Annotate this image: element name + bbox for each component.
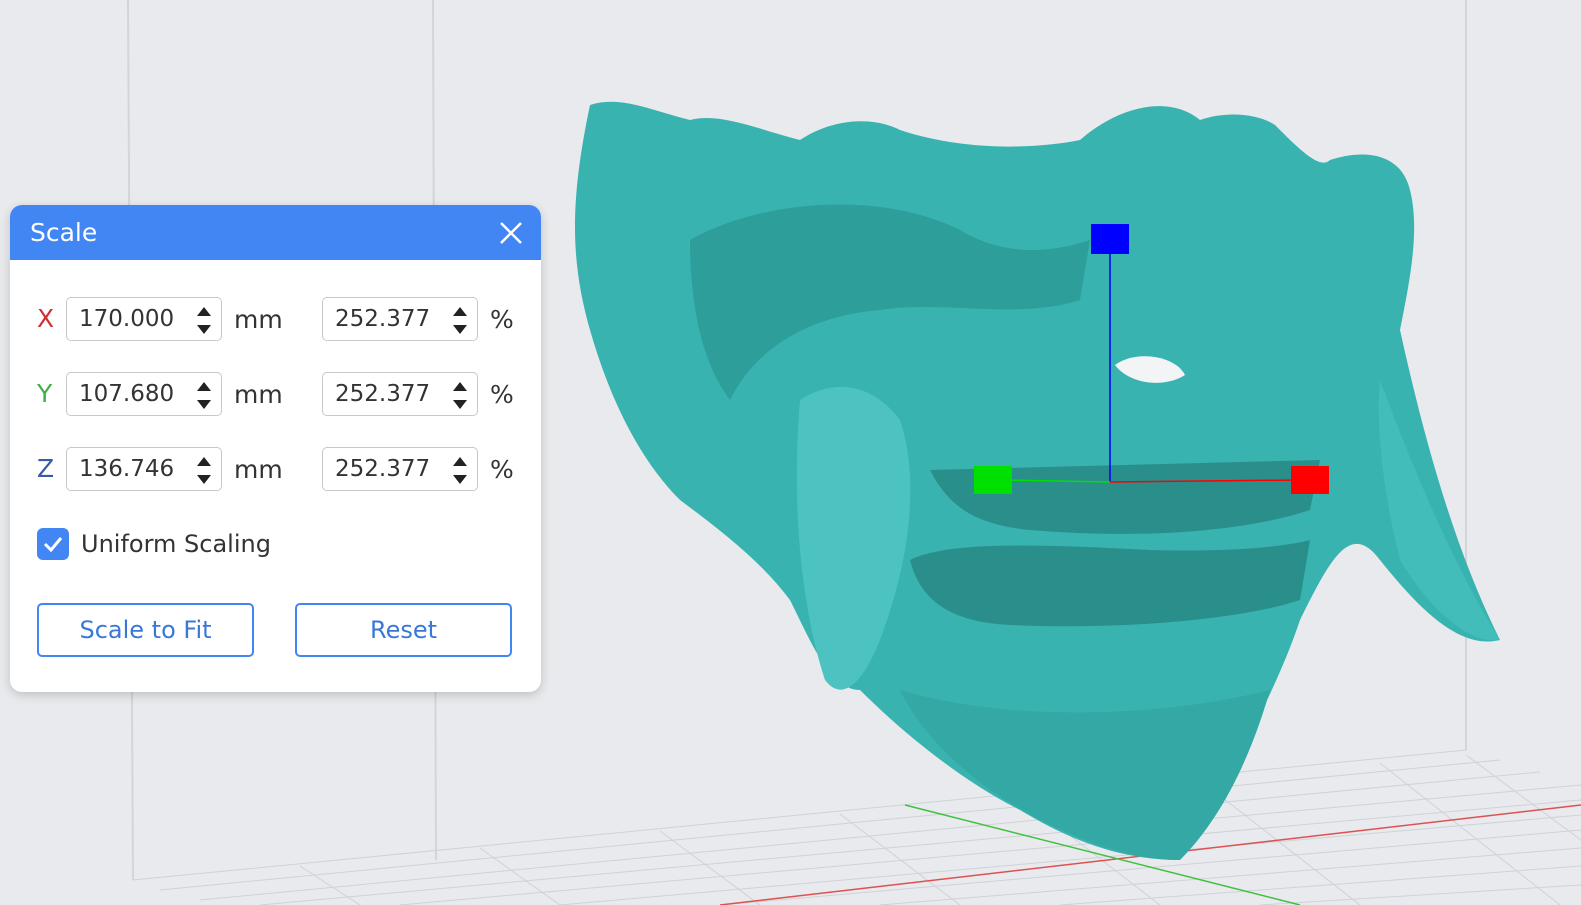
z-percent-value[interactable]: 252.377 [335,456,430,482]
y-mm-input[interactable]: 107.680 [66,372,222,416]
caret-up-icon [453,381,467,391]
x-percent-input[interactable]: 252.377 [322,297,478,341]
z-percent-increment-button[interactable] [451,452,469,470]
x-percent-unit: % [490,305,514,334]
z-mm-input[interactable]: 136.746 [66,447,222,491]
scale-row-x: X 170.000 mm 252.377 % [10,297,541,343]
axis-label-z: Z [37,454,55,483]
scale-row-y: Y 107.680 mm 252.377 % [10,372,541,418]
x-mm-decrement-button[interactable] [195,320,213,338]
caret-up-icon [197,456,211,466]
scale-to-fit-button[interactable]: Scale to Fit [37,603,254,657]
z-percent-decrement-button[interactable] [451,470,469,488]
x-percent-decrement-button[interactable] [451,320,469,338]
caret-down-icon [197,324,211,334]
z-mm-decrement-button[interactable] [195,470,213,488]
caret-down-icon [197,399,211,409]
axis-label-y: Y [37,379,53,408]
x-percent-value[interactable]: 252.377 [335,306,430,332]
y-percent-decrement-button[interactable] [451,395,469,413]
caret-up-icon [453,306,467,316]
gizmo-y-handle[interactable] [974,466,1012,494]
y-mm-increment-button[interactable] [195,377,213,395]
z-percent-input[interactable]: 252.377 [322,447,478,491]
uniform-scaling-option[interactable]: Uniform Scaling [37,527,271,561]
caret-down-icon [453,399,467,409]
y-mm-spinner[interactable] [195,377,213,413]
uniform-scaling-label[interactable]: Uniform Scaling [81,530,271,558]
z-mm-unit: mm [234,455,283,484]
y-percent-value[interactable]: 252.377 [335,381,430,407]
caret-up-icon [197,381,211,391]
z-percent-spinner[interactable] [451,452,469,488]
x-mm-input[interactable]: 170.000 [66,297,222,341]
x-mm-unit: mm [234,305,283,334]
checkmark-icon [43,537,63,552]
caret-down-icon [197,474,211,484]
z-percent-unit: % [490,455,514,484]
y-percent-input[interactable]: 252.377 [322,372,478,416]
uniform-scaling-checkbox[interactable] [37,528,69,560]
x-percent-spinner[interactable] [451,302,469,338]
gizmo-x-handle[interactable] [1291,466,1329,494]
panel-title: Scale [30,218,98,247]
y-mm-value[interactable]: 107.680 [79,381,174,407]
caret-up-icon [453,456,467,466]
x-mm-increment-button[interactable] [195,302,213,320]
y-percent-increment-button[interactable] [451,377,469,395]
z-mm-increment-button[interactable] [195,452,213,470]
z-mm-value[interactable]: 136.746 [79,456,174,482]
x-mm-value[interactable]: 170.000 [79,306,174,332]
scale-panel-header: Scale [10,205,541,260]
gizmo-z-handle[interactable] [1091,224,1129,254]
y-percent-unit: % [490,380,514,409]
y-mm-decrement-button[interactable] [195,395,213,413]
y-mm-unit: mm [234,380,283,409]
scale-row-z: Z 136.746 mm 252.377 % [10,447,541,493]
caret-up-icon [197,306,211,316]
reset-button[interactable]: Reset [295,603,512,657]
z-mm-spinner[interactable] [195,452,213,488]
close-button[interactable] [495,217,527,249]
close-icon [500,221,522,244]
caret-down-icon [453,324,467,334]
scale-panel: Scale X 170.000 mm 252.377 % Y 107.680 m… [10,205,541,692]
caret-down-icon [453,474,467,484]
print-bed-grid [132,749,1581,905]
axis-label-x: X [37,304,55,333]
x-percent-increment-button[interactable] [451,302,469,320]
x-mm-spinner[interactable] [195,302,213,338]
y-percent-spinner[interactable] [451,377,469,413]
